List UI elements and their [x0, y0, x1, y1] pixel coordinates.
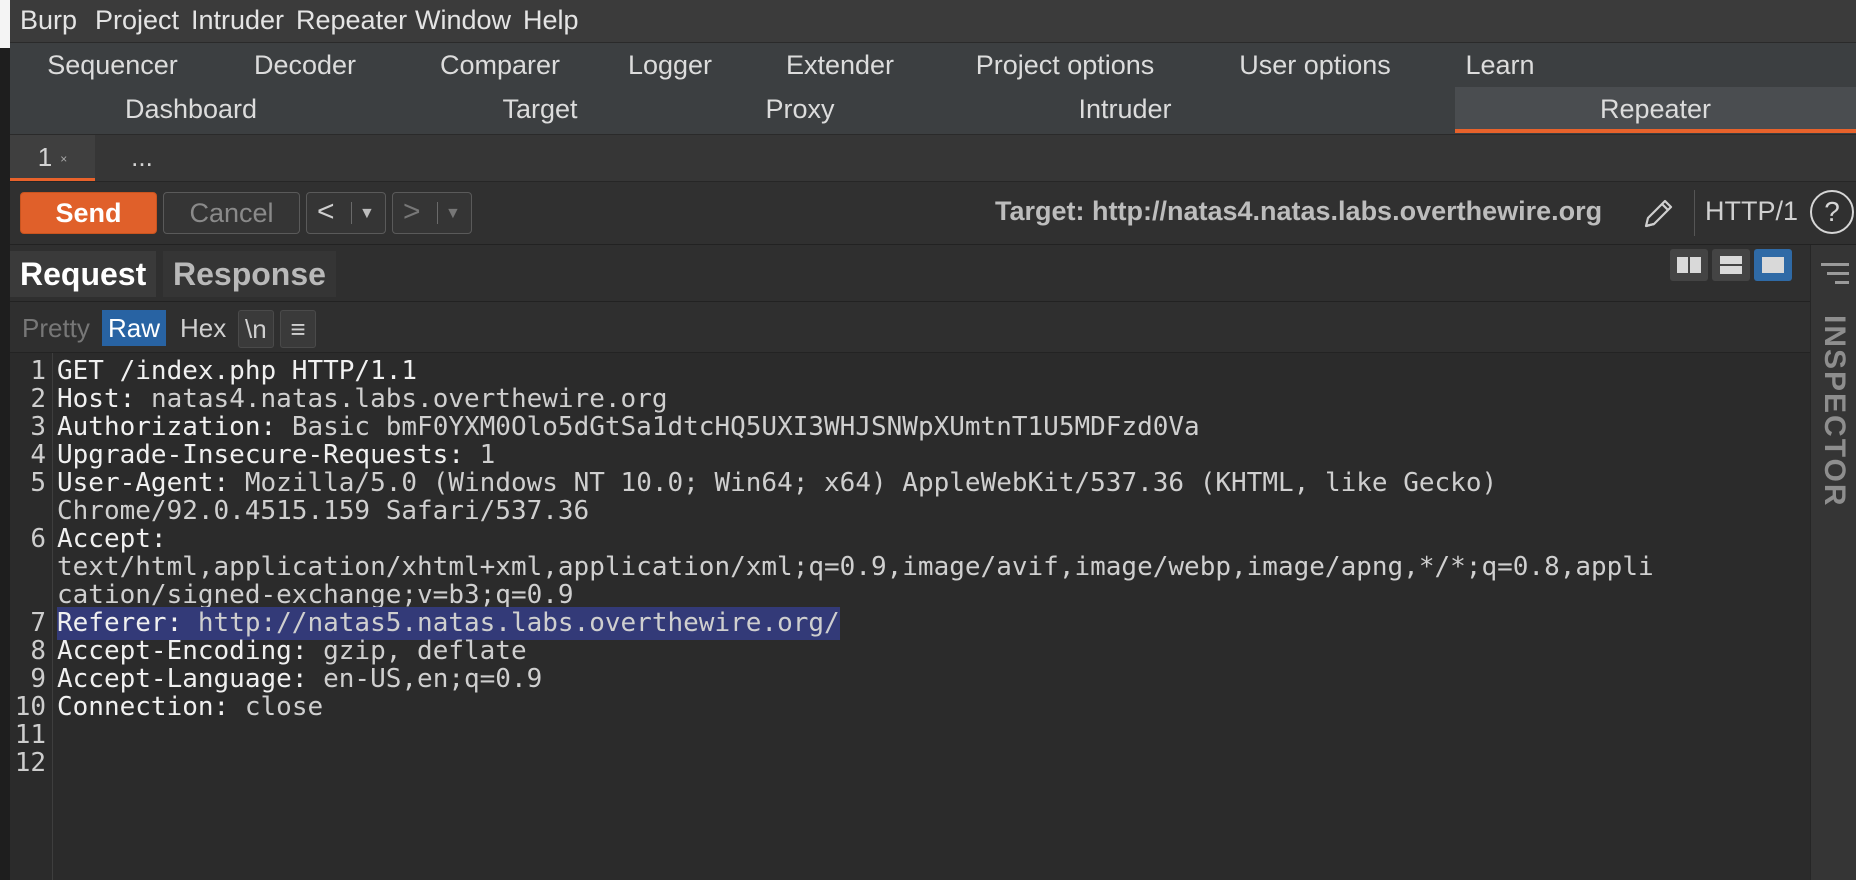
header-value: en-US,en;q=0.9: [323, 664, 543, 694]
header-value: Mozilla/5.0 (Windows NT 10.0; Win64; x64…: [244, 468, 1498, 498]
divider: [351, 202, 352, 224]
line-number: 5: [30, 468, 46, 498]
chevron-right-icon: >: [403, 195, 421, 228]
header-name: Authorization: [57, 412, 261, 442]
tab-target[interactable]: Target: [440, 87, 640, 133]
http-version-label[interactable]: HTTP/1: [1705, 196, 1798, 227]
help-icon[interactable]: ?: [1810, 190, 1854, 234]
header-name: User-Agent: [57, 468, 214, 498]
back-button[interactable]: < ▼: [306, 192, 386, 234]
tab-sequencer[interactable]: Sequencer: [40, 43, 185, 87]
header-name: Referer: [57, 608, 167, 638]
chevron-left-icon: <: [317, 195, 335, 228]
line-number: 6: [30, 524, 46, 554]
header-value: gzip, deflate: [323, 636, 527, 666]
tool-tabs-row2: Dashboard Target Proxy Intruder Repeater: [10, 87, 1856, 135]
tab-extender[interactable]: Extender: [780, 43, 900, 87]
menu-project[interactable]: Project: [95, 0, 179, 42]
header-name: Accept-Language: [57, 664, 292, 694]
tab-dashboard[interactable]: Dashboard: [10, 87, 372, 133]
tab-learn[interactable]: Learn: [1460, 43, 1540, 87]
header-value: 1: [479, 440, 496, 470]
tool-tabs-row1: Sequencer Decoder Comparer Logger Extend…: [10, 43, 1856, 87]
header-value: http://natas5.natas.labs.overthewire.org…: [197, 608, 840, 638]
menu-icon[interactable]: ≡: [280, 310, 316, 348]
layout-side-by-side-icon[interactable]: [1670, 249, 1708, 281]
repeater-tab-new[interactable]: ...: [102, 135, 182, 181]
cancel-button[interactable]: Cancel: [163, 192, 300, 234]
layout-tabs-icon[interactable]: [1754, 249, 1792, 281]
tab-intruder[interactable]: Intruder: [1010, 87, 1240, 133]
menu-help[interactable]: Help: [523, 0, 579, 42]
close-icon[interactable]: ×: [60, 152, 67, 166]
header-value: close: [244, 692, 324, 722]
tab-comparer[interactable]: Comparer: [430, 43, 570, 87]
header-name: Connection: [57, 692, 214, 722]
chevron-down-icon[interactable]: ▼: [359, 195, 375, 233]
tab-proxy[interactable]: Proxy: [710, 87, 890, 133]
header-name: Accept-Encoding: [57, 636, 292, 666]
repeater-tab-1[interactable]: 1 ×: [10, 135, 95, 181]
menu-bar: Burp Project Intruder Repeater Window He…: [10, 0, 1856, 43]
menu-window[interactable]: Window: [415, 0, 511, 42]
burp-app: Burp Project Intruder Repeater Window He…: [10, 0, 1856, 880]
view-hex-button[interactable]: Hex: [174, 310, 232, 346]
tab-request[interactable]: Request: [10, 251, 157, 297]
header-name: Host: [57, 384, 120, 414]
menu-burp[interactable]: Burp: [20, 0, 77, 42]
menu-intruder[interactable]: Intruder: [191, 0, 284, 42]
inspector-sidebar[interactable]: INSPECTOR: [1810, 245, 1856, 880]
tab-user-options[interactable]: User options: [1230, 43, 1400, 87]
repeater-toolbar: Send Cancel < ▼ > ▼ Target: http://natas…: [10, 182, 1856, 245]
repeater-tab-label: 1: [37, 142, 53, 172]
message-view-toggles: Pretty Raw Hex \n ≡: [10, 302, 1810, 353]
newline-toggle-button[interactable]: \n: [238, 310, 274, 348]
tab-response[interactable]: Response: [163, 251, 336, 297]
target-label: Target: http://natas4.natas.labs.overthe…: [995, 196, 1603, 226]
divider: [1694, 190, 1695, 236]
tab-project-options[interactable]: Project options: [970, 43, 1160, 87]
header-name: GET /index.php HTTP/1.1: [57, 356, 418, 386]
window-edge: [0, 0, 10, 880]
chevron-down-icon[interactable]: ▼: [445, 195, 461, 233]
header-value: natas4.natas.labs.overthewire.org: [150, 384, 668, 414]
header-value: Basic bmF0YXM0Olo5dGtSa1dtcHQ5UXI3WHJSNW…: [291, 412, 1200, 442]
inspector-menu-icon[interactable]: [1821, 263, 1849, 290]
window-edge-light: [0, 0, 10, 48]
request-panel-header: Request Response: [10, 245, 1810, 302]
forward-button[interactable]: > ▼: [392, 192, 472, 234]
menu-repeater[interactable]: Repeater: [296, 0, 407, 42]
inspector-label: INSPECTOR: [1818, 315, 1851, 508]
header-name: Accept: [57, 524, 151, 554]
tab-repeater[interactable]: Repeater: [1455, 87, 1856, 133]
pencil-icon[interactable]: [1638, 194, 1678, 234]
tab-logger[interactable]: Logger: [620, 43, 720, 87]
divider: [437, 202, 438, 224]
header-name: Upgrade-Insecure-Requests: [57, 440, 449, 470]
view-raw-button[interactable]: Raw: [102, 310, 167, 346]
view-pretty-button[interactable]: Pretty: [16, 310, 96, 346]
repeater-subtabs: 1 × ...: [10, 135, 1856, 182]
send-button[interactable]: Send: [20, 192, 157, 234]
request-line[interactable]: Connection: close: [57, 691, 323, 724]
request-editor[interactable]: 1 GET /index.php HTTP/1.1 2 Host: natas4.na…: [10, 353, 1810, 880]
tab-decoder[interactable]: Decoder: [250, 43, 360, 87]
layout-stacked-icon[interactable]: [1712, 249, 1750, 281]
line-number: 12: [14, 748, 46, 778]
